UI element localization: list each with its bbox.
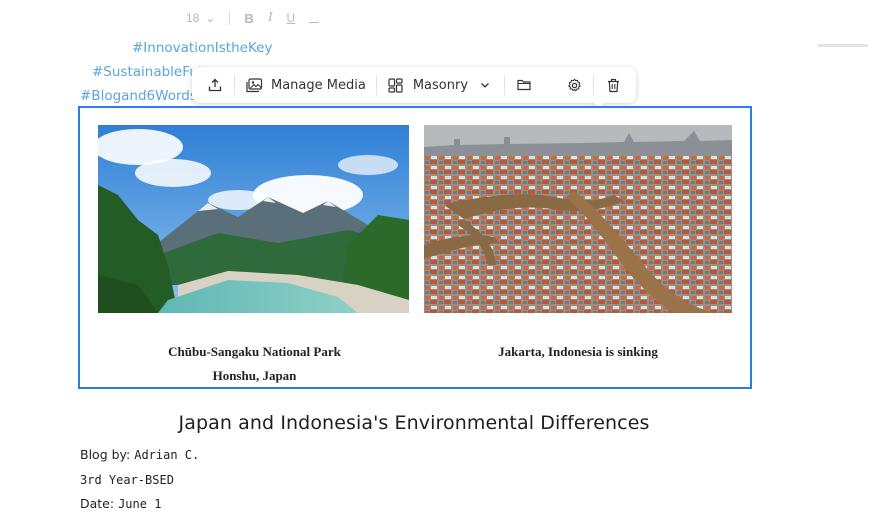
divider	[229, 11, 231, 25]
gallery-caption: Chūbu-Sangaku National Park	[168, 344, 341, 359]
trash-icon	[604, 76, 622, 94]
author-label: Blog by:	[80, 447, 131, 462]
gallery-caption: Honshu, Japan	[212, 368, 297, 383]
folder-icon	[515, 76, 533, 94]
text-mask	[204, 440, 244, 513]
manage-media-button[interactable]: Manage Media	[237, 72, 374, 98]
font-size-select[interactable]: 18 ⌄	[186, 11, 215, 25]
blog-title: Japan and Indonesia's Environmental Diff…	[178, 412, 650, 434]
date-label: Date:	[80, 496, 115, 511]
bold-button[interactable]: B	[244, 11, 253, 26]
program-value: 3rd Year-BSED	[80, 473, 174, 487]
font-size-value: 18	[186, 11, 200, 25]
blog-date: Date: June 1	[80, 496, 161, 511]
upload-icon	[206, 76, 224, 94]
italic-button[interactable]: I	[268, 10, 273, 26]
blog-author: Blog by: Adrian C. Ca	[80, 447, 221, 462]
divider	[375, 75, 377, 95]
divider	[504, 75, 506, 95]
underline-button[interactable]: U	[286, 11, 295, 25]
settings-gear-icon	[565, 76, 583, 94]
divider	[234, 75, 235, 95]
text-format-toolbar: 18 ⌄ B I U	[186, 8, 320, 28]
layout-select[interactable]: Masonry	[379, 72, 502, 98]
manage-media-icon	[245, 76, 263, 94]
manage-media-label: Manage Media	[271, 77, 366, 93]
folder-button[interactable]	[507, 72, 541, 98]
strikethrough-icon[interactable]	[309, 21, 320, 23]
divider	[593, 75, 594, 95]
image-gallery[interactable]: Chūbu-Sangaku National Park Honshu, Japa…	[78, 106, 752, 389]
flooded-city-image	[424, 125, 732, 313]
blog-program: 3rd Year-BSED	[80, 472, 174, 487]
divider	[818, 44, 868, 47]
masonry-layout-icon	[387, 76, 405, 94]
chevron-down-icon: ⌄	[205, 11, 216, 25]
gallery-caption: Jakarta, Indonesia is sinking	[498, 344, 658, 359]
delete-button[interactable]	[596, 72, 630, 98]
date-value: June 1	[118, 497, 162, 511]
settings-button[interactable]	[557, 72, 591, 98]
gallery-image-japan-mountains[interactable]	[98, 125, 409, 313]
media-toolbar: Manage Media Masonry	[192, 67, 636, 103]
upload-button[interactable]	[198, 72, 232, 98]
hashtag-link[interactable]: #InnovationIstheKey	[132, 36, 272, 60]
mountain-landscape-image	[98, 125, 409, 313]
gallery-image-jakarta-river[interactable]	[424, 125, 732, 313]
layout-label: Masonry	[412, 77, 469, 93]
chevron-down-icon	[476, 76, 494, 94]
